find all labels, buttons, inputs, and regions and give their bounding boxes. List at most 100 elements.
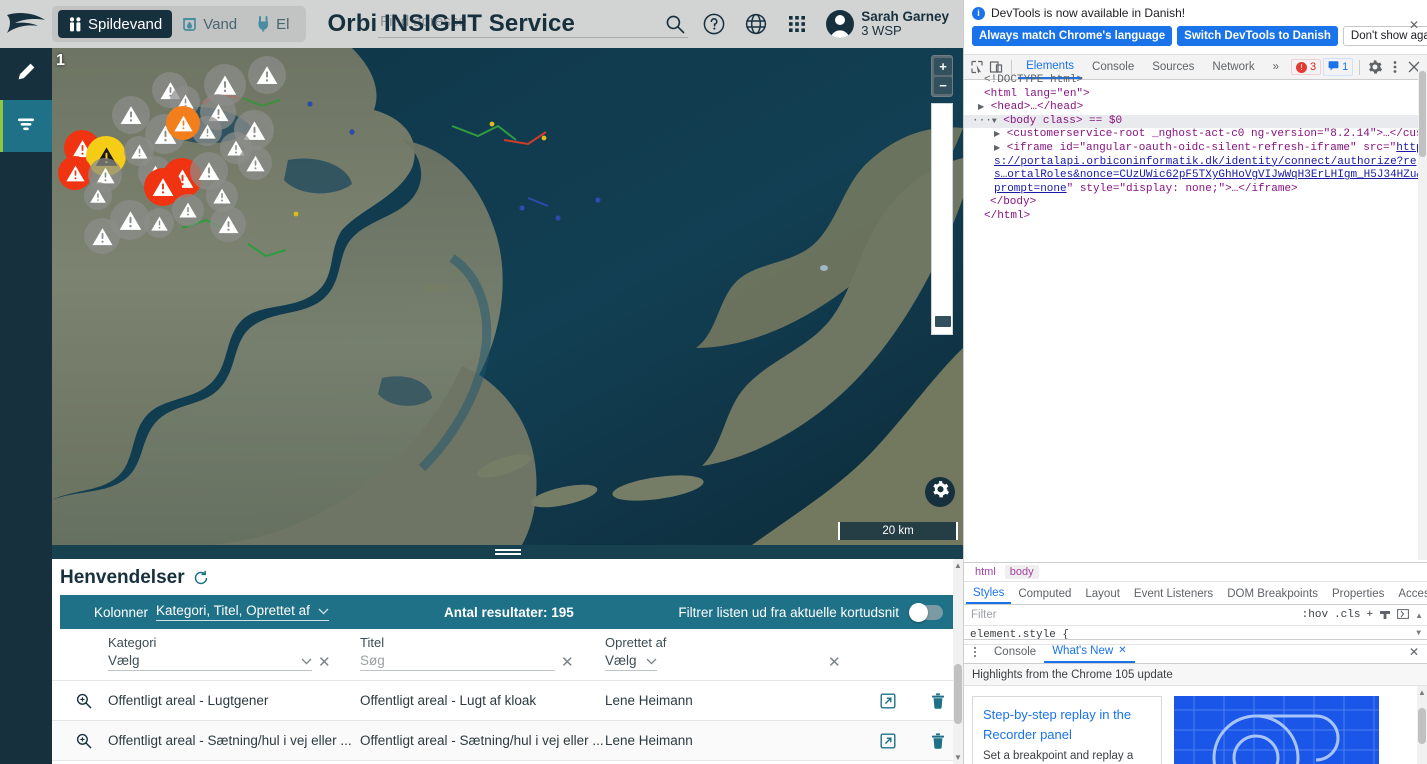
breadcrumb-body[interactable]: body [1004, 565, 1039, 579]
toggle-sidebar-icon[interactable] [1397, 608, 1409, 623]
map-extent-filter-toggle[interactable] [909, 602, 943, 622]
map-zoom-slider[interactable] [931, 103, 953, 335]
cls-button[interactable]: .cls [1334, 609, 1360, 621]
tab-accessibility[interactable]: Accessibility [1391, 583, 1427, 604]
tab-layout[interactable]: Layout [1078, 583, 1127, 604]
row-kategori: Offentligt areal - Lugtgener [108, 693, 269, 708]
segment-label: Vand [203, 15, 238, 33]
whats-new-card[interactable]: Step-by-step replay in the Recorder pane… [972, 696, 1162, 764]
map-view[interactable]: 1 + − 20 km [52, 48, 963, 545]
filter-icon [15, 113, 37, 140]
styles-scroll-down-arrow[interactable]: ▼ [1416, 629, 1421, 638]
map-marker-warning[interactable] [144, 208, 174, 238]
orbicon-logo[interactable] [0, 0, 52, 48]
map-marker-warning[interactable] [58, 156, 92, 190]
panel-header: Henvendelser [52, 559, 963, 595]
whats-new-card-title-line1[interactable]: Step-by-step replay in the [983, 705, 1151, 725]
dom-line-customerservice-root[interactable]: ▶ <customerservice-root _nghost-act-c0 n… [972, 128, 1427, 142]
switch-to-danish-button[interactable]: Switch DevTools to Danish [1177, 26, 1338, 46]
edit-tool-button[interactable] [0, 48, 52, 100]
magnify-icon[interactable] [60, 733, 108, 749]
tab-styles[interactable]: Styles [966, 583, 1012, 604]
refresh-icon[interactable] [193, 570, 209, 586]
close-drawer-icon[interactable]: ✕ [1409, 645, 1423, 659]
always-match-language-button[interactable]: Always match Chrome's language [972, 26, 1173, 46]
help-icon[interactable] [702, 12, 726, 36]
apps-grid-icon[interactable] [786, 13, 808, 35]
close-notice-icon[interactable]: ✕ [1409, 18, 1419, 32]
utility-segment-switch[interactable]: Spildevand Vand El [52, 6, 306, 42]
filter-kategori-select[interactable]: Vælg [108, 653, 312, 671]
dom-line-head[interactable]: ▶ <head>…</head> [972, 101, 1427, 115]
elements-scrollbar[interactable] [1418, 70, 1427, 560]
panel-title-text: Henvendelser [60, 567, 185, 588]
panel-splitter[interactable] [52, 545, 963, 559]
map-marker-warning[interactable] [238, 146, 272, 180]
zoom-slider-handle[interactable] [935, 316, 951, 327]
filter-titel-input[interactable]: Søg [360, 653, 555, 671]
row-kategori: Offentligt areal - Sætning/hul i vej ell… [108, 733, 352, 748]
table-row[interactable]: Offentligt areal - Lugtgener Offentligt a… [52, 681, 963, 721]
filter-tool-button[interactable] [0, 100, 52, 152]
computed-styles-sidebar-icon[interactable] [1379, 608, 1391, 623]
tab-computed[interactable]: Computed [1011, 583, 1078, 604]
zoom-out-button[interactable]: − [934, 77, 952, 94]
filter-oprettet-af-select[interactable]: Vælg [605, 653, 657, 671]
tab-properties[interactable]: Properties [1325, 583, 1391, 604]
map-marker-warning[interactable] [166, 106, 200, 140]
segment-el[interactable]: El [247, 10, 299, 38]
segment-spildevand[interactable]: Spildevand [58, 10, 173, 38]
drawer-more-tabs-icon[interactable] [968, 646, 982, 657]
styles-filter-input[interactable]: Filter [968, 609, 1296, 621]
drawer-tab-whats-new[interactable]: What's New ✕ [1044, 640, 1135, 663]
map-zoom-controls[interactable]: + − [931, 55, 953, 97]
warning-triangle-icon [198, 122, 217, 141]
map-marker-warning[interactable] [112, 96, 150, 134]
dom-line-html-open[interactable]: <html lang="en"> [972, 88, 1427, 102]
search-icon[interactable] [665, 14, 687, 36]
magnify-icon[interactable] [60, 693, 108, 709]
globe-icon[interactable] [744, 12, 768, 36]
scroll-thumb[interactable] [954, 664, 962, 724]
tab-dom-breakpoints[interactable]: DOM Breakpoints [1220, 583, 1325, 604]
dom-line-body-open[interactable]: ···▼ <body class> == $0 [964, 114, 1427, 129]
dom-line-iframe[interactable]: ▶ <iframe id="angular-oauth-oidc-silent-… [972, 142, 1427, 196]
breadcrumb-html[interactable]: html [970, 565, 1001, 579]
warning-triangle-icon [89, 187, 107, 205]
warning-triangle-icon [245, 153, 266, 174]
styles-scroll-up-arrow[interactable]: ▲ [1415, 611, 1423, 620]
map-marker-warning[interactable] [172, 194, 204, 226]
elements-scroll-thumb[interactable] [1419, 71, 1426, 157]
map-marker-warning[interactable] [248, 56, 286, 94]
tab-event-listeners[interactable]: Event Listeners [1127, 583, 1220, 604]
map-marker-warning[interactable] [84, 182, 112, 210]
new-style-rule-button[interactable]: + [1366, 609, 1373, 621]
scroll-down-arrow[interactable]: ▼ [954, 753, 962, 762]
table-row[interactable]: Offentligt areal - Sætning/hul i vej ell… [52, 721, 963, 761]
open-external-icon[interactable] [863, 693, 913, 709]
filter-oprettet-af-clear[interactable]: ✕ [828, 655, 841, 671]
whats-new-scrollbar[interactable]: ▲ ▼ [1417, 686, 1427, 764]
panel-scrollbar[interactable]: ▲ ▼ [953, 559, 963, 764]
water-drop-icon [182, 16, 197, 32]
close-tab-icon[interactable]: ✕ [1118, 645, 1126, 656]
filter-kategori-clear[interactable]: ✕ [318, 655, 331, 671]
whats-new-scroll-up[interactable]: ▲ [1417, 688, 1427, 697]
zoom-in-button[interactable]: + [934, 58, 952, 75]
map-marker-warning[interactable] [210, 206, 246, 242]
elements-dom-tree[interactable]: <!DOCTYPE html> <html lang="en"> ▶ <head… [964, 70, 1427, 560]
map-settings-button[interactable] [925, 477, 955, 507]
filter-titel-clear[interactable]: ✕ [561, 655, 574, 671]
whats-new-card-title-line2[interactable]: Recorder panel [983, 725, 1151, 745]
drawer-tab-console[interactable]: Console [986, 640, 1044, 663]
map-marker-warning[interactable] [84, 218, 120, 254]
user-menu[interactable]: Sarah Garney 3 WSP [826, 9, 949, 39]
whats-new-scroll-thumb[interactable] [1418, 708, 1426, 744]
columns-select[interactable]: Kategori, Titel, Oprettet af [156, 603, 329, 621]
open-external-icon[interactable] [863, 733, 913, 749]
warning-triangle-icon [119, 103, 143, 127]
scroll-up-arrow[interactable]: ▲ [954, 561, 962, 570]
segment-vand[interactable]: Vand [172, 10, 247, 38]
hov-button[interactable]: :hov [1302, 609, 1328, 621]
devtools-window: i DevTools is now available in Danish! A… [963, 0, 1427, 764]
